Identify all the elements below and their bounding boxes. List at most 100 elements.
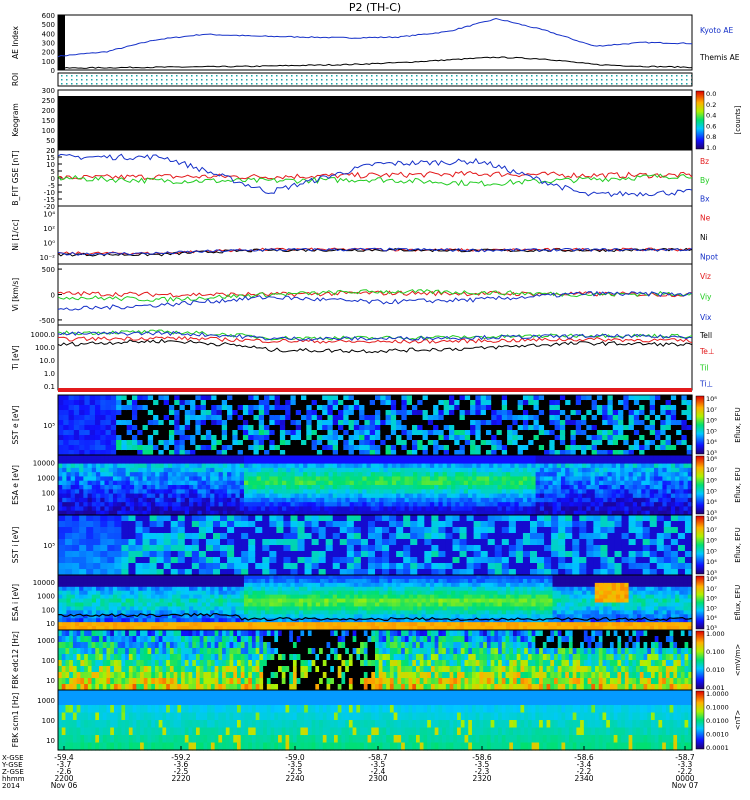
esa_e-cell bbox=[641, 493, 647, 499]
sst_e-cell bbox=[406, 435, 413, 441]
sst_e-cell bbox=[100, 435, 107, 441]
esa_e-cell bbox=[320, 472, 325, 478]
sst_i-cell bbox=[614, 539, 623, 546]
sst_e-cell bbox=[285, 430, 292, 436]
esa_e-cell bbox=[83, 463, 89, 469]
sst_e-cell bbox=[612, 415, 619, 421]
esa_e-cell bbox=[620, 480, 625, 486]
esa_e-cell bbox=[683, 493, 689, 499]
esa_e-cell bbox=[586, 480, 592, 486]
esa_e-cell bbox=[134, 502, 139, 508]
sst_e-cell bbox=[205, 405, 212, 411]
esa_e-cell bbox=[637, 455, 642, 460]
esa_e-cell bbox=[531, 467, 537, 473]
panel-esa_e: ESA e [eV]1000010001001010⁸10⁷10⁶10⁵10⁴1… bbox=[11, 454, 742, 517]
roi-dot bbox=[436, 79, 438, 81]
sst_e-cell bbox=[158, 395, 165, 401]
esa_e-cell bbox=[142, 476, 148, 482]
esa_e-cell bbox=[506, 467, 511, 473]
esa_e-cell bbox=[413, 493, 418, 499]
esa_e-cell bbox=[210, 459, 215, 465]
esa_e-cell bbox=[489, 467, 494, 473]
esa_e-cell bbox=[383, 497, 389, 503]
sst_i-cell bbox=[205, 515, 214, 522]
sst_e-cell bbox=[295, 445, 302, 451]
esa_e-cell bbox=[184, 506, 190, 512]
sst_e-cell bbox=[655, 440, 661, 446]
esa_e-cell bbox=[269, 497, 275, 503]
roi-dot bbox=[61, 79, 63, 81]
sst_i-cell bbox=[684, 545, 693, 552]
sst_i-cell bbox=[170, 545, 179, 552]
esa_e-cell bbox=[366, 467, 372, 473]
esa_e-cell bbox=[290, 463, 296, 469]
sst_i-cell bbox=[635, 545, 644, 552]
sst_e-cell bbox=[448, 420, 455, 426]
esa_e-cell bbox=[662, 485, 668, 490]
sst_e-cell bbox=[427, 415, 434, 421]
esa_e-cell bbox=[489, 480, 494, 486]
sst_e-cell bbox=[353, 405, 360, 411]
esa_e-cell bbox=[112, 467, 118, 473]
sst_e-cell bbox=[301, 415, 307, 421]
esa_e-cell bbox=[290, 480, 296, 486]
esa_e-cell bbox=[417, 463, 423, 469]
esa_e-cell bbox=[336, 463, 342, 469]
sst_e-cell bbox=[512, 400, 519, 406]
esa_e-cell bbox=[315, 493, 321, 499]
esa_e-cell bbox=[87, 472, 93, 478]
esa_e-cell bbox=[66, 463, 72, 469]
sst_i-cell bbox=[142, 527, 151, 534]
esa_e-cell bbox=[100, 502, 106, 508]
sst_i-cell bbox=[593, 545, 602, 552]
sst_e-cell bbox=[586, 425, 593, 431]
esa_e-cell bbox=[497, 485, 503, 490]
sst_e-cell bbox=[491, 440, 498, 446]
sst_i-cell bbox=[431, 527, 439, 534]
roi-dot bbox=[681, 83, 683, 85]
sst_i-cell bbox=[452, 515, 461, 522]
esa_e-cell bbox=[286, 472, 292, 478]
sst_e-cell bbox=[676, 405, 683, 411]
esa_e-cell bbox=[108, 502, 114, 508]
sst_e-cell bbox=[332, 395, 339, 401]
roi-dot bbox=[391, 79, 393, 81]
sst_e-cell bbox=[301, 440, 307, 446]
sst_i-cell bbox=[346, 533, 355, 540]
sst_i-cell bbox=[107, 563, 115, 570]
esa_e-cell bbox=[438, 506, 444, 512]
esa_e-cell bbox=[379, 459, 385, 465]
esa_e-cell bbox=[518, 506, 524, 512]
sst_e-cell bbox=[269, 445, 276, 451]
esa_e-cell bbox=[146, 485, 152, 490]
esa_e-cell bbox=[83, 467, 89, 473]
esa_e-cell bbox=[227, 485, 232, 490]
sst_i-cell bbox=[114, 533, 122, 540]
sst_e-cell bbox=[338, 440, 344, 446]
esa_e-cell bbox=[231, 497, 237, 503]
sst_i-cell bbox=[382, 533, 390, 540]
esa_e-cell bbox=[396, 463, 401, 469]
sst_e-cell bbox=[459, 425, 466, 431]
esa_e-cell bbox=[653, 467, 659, 473]
sst_i-cell bbox=[480, 551, 489, 558]
sst_i-cell bbox=[318, 527, 327, 534]
esa_e-cell bbox=[328, 476, 334, 482]
esa_e-cell bbox=[159, 463, 165, 469]
esa_e-cell bbox=[311, 506, 317, 512]
esa_e-cell bbox=[582, 506, 587, 512]
sst_i-cell bbox=[93, 527, 101, 534]
esa_e-cell bbox=[349, 497, 355, 503]
sst_i-cell bbox=[551, 533, 559, 540]
esa_e-cell bbox=[307, 502, 313, 508]
esa_e-cell bbox=[442, 485, 448, 490]
sst_e-cell bbox=[338, 425, 344, 431]
sst_e-cell bbox=[649, 445, 656, 451]
esa_e-cell bbox=[484, 493, 490, 499]
esa_e-cell bbox=[670, 502, 676, 508]
sst_i-cell bbox=[220, 539, 228, 546]
esa_e-cell bbox=[463, 480, 469, 486]
esa_e-cell bbox=[459, 506, 465, 512]
roi-dot bbox=[616, 83, 618, 85]
sst_i-cell bbox=[304, 521, 313, 528]
